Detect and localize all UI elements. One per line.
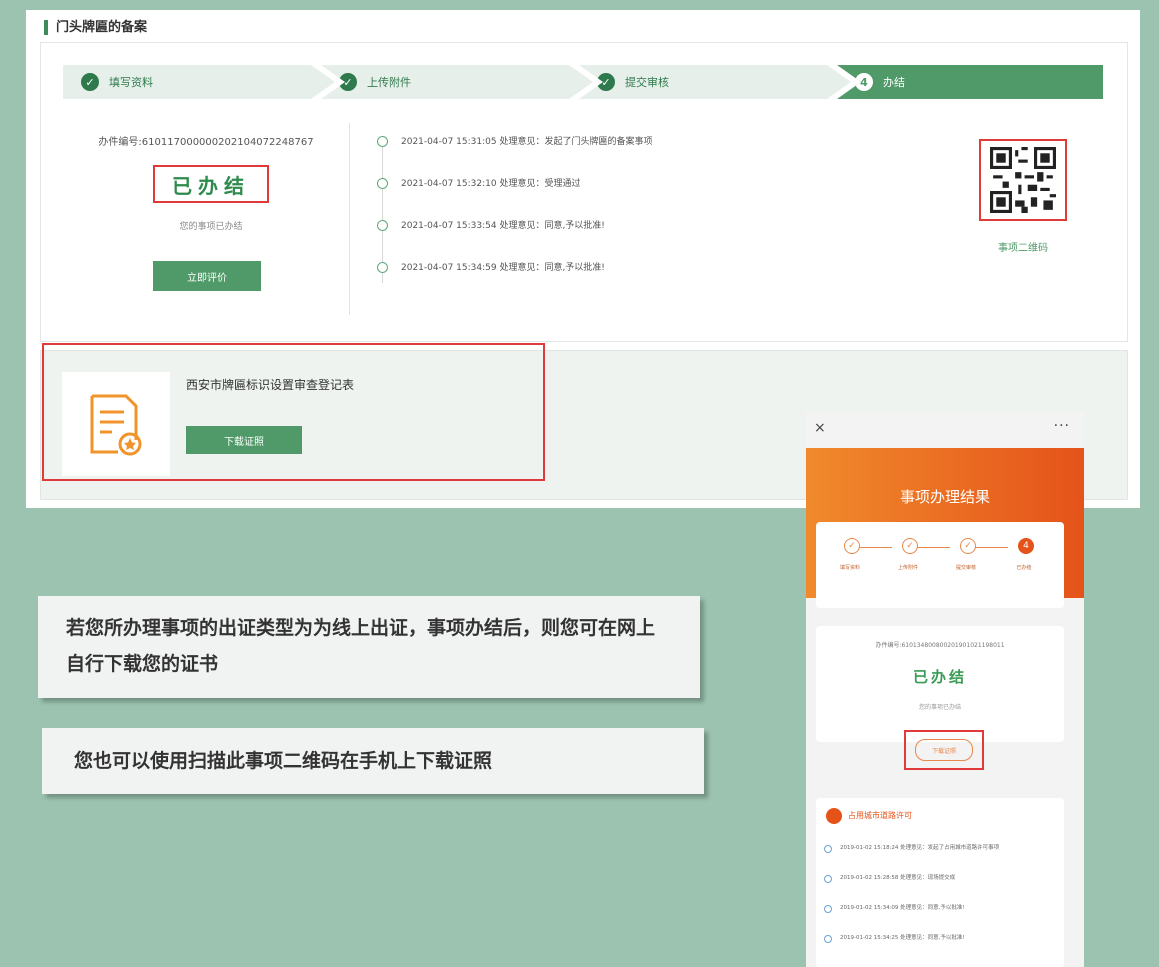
mobile-title: 事项办理结果 bbox=[899, 488, 990, 506]
note-online-certificate: 若您所办理事项的出证类型为为线上出证，事项办结后，则您可在网上自行下载您的证书 bbox=[38, 596, 700, 698]
timeline-item: 2021-04-07 15:31:05 处理意见：发起了门头牌匾的备案事项 bbox=[377, 135, 797, 177]
check-icon: ✓ bbox=[902, 538, 918, 554]
step-number-badge: 4 bbox=[1018, 538, 1034, 554]
check-icon: ✓ bbox=[81, 73, 99, 91]
status-completed-badge: 已办结 bbox=[153, 165, 269, 203]
qr-code-label: 事项二维码 bbox=[998, 243, 1048, 254]
timeline-dot-icon bbox=[377, 220, 388, 231]
mobile-section-title: 占用城市道路许可 bbox=[848, 811, 912, 820]
timeline-dot-icon bbox=[377, 178, 388, 189]
qr-code-frame[interactable] bbox=[979, 139, 1067, 221]
mobile-screen: × ··· 事项办理结果 ✓ ✓ ✓ 4 填写资料 上传附件 提交审核 已办结 … bbox=[806, 412, 1084, 967]
step-label: 填写资料 bbox=[109, 76, 153, 89]
timeline-item: 2019-01-02 15:28:58 处理意见：现场提交成 bbox=[824, 874, 1054, 904]
step-label: 办结 bbox=[883, 76, 905, 89]
step-label: 上传附件 bbox=[367, 76, 411, 89]
mobile-step-label: 已办结 bbox=[1016, 565, 1032, 571]
step-number-badge: 4 bbox=[855, 73, 873, 91]
qr-code-icon bbox=[990, 147, 1056, 213]
processing-timeline: 2021-04-07 15:31:05 处理意见：发起了门头牌匾的备案事项 20… bbox=[377, 135, 797, 303]
mobile-download-highlight: 下载证照 bbox=[904, 730, 984, 770]
close-icon[interactable]: × bbox=[814, 420, 826, 436]
step-submit-review[interactable]: ✓ 提交审核 bbox=[579, 65, 851, 99]
mobile-step-progress: ✓ ✓ ✓ 4 bbox=[834, 538, 1044, 558]
mobile-top-bar: × ··· bbox=[806, 412, 1084, 448]
timeline-dot-icon bbox=[377, 262, 388, 273]
mobile-step-label: 填写资料 bbox=[839, 565, 860, 571]
mobile-status: 已办结 bbox=[912, 668, 967, 686]
step-progress-bar: ✓ 填写资料 ✓ 上传附件 ✓ 提交审核 4 办结 bbox=[63, 65, 1103, 99]
timeline-dot-icon bbox=[824, 935, 832, 943]
step-label: 提交审核 bbox=[625, 76, 669, 89]
mobile-step-label: 提交审核 bbox=[955, 565, 976, 571]
timeline-dot-icon bbox=[824, 875, 832, 883]
check-icon: ✓ bbox=[844, 538, 860, 554]
mobile-timeline: 2019-01-02 15:18:24 处理意见：发起了占用城市道路许可事项 2… bbox=[824, 844, 1054, 964]
note-qr-download: 您也可以使用扫描此事项二维码在手机上下载证照 bbox=[42, 728, 704, 794]
mobile-status-subtext: 您的事项已办结 bbox=[918, 704, 961, 711]
more-icon[interactable]: ··· bbox=[1054, 418, 1070, 434]
step-fill-info[interactable]: ✓ 填写资料 bbox=[63, 65, 335, 99]
certificate-highlight-frame bbox=[42, 343, 545, 481]
timeline-item: 2019-01-02 15:18:24 处理意见：发起了占用城市道路许可事项 bbox=[824, 844, 1054, 874]
divider bbox=[349, 123, 350, 315]
timeline-item: 2021-04-07 15:34:59 处理意见：同意,予以批准! bbox=[377, 261, 797, 303]
timeline-item: 2019-01-02 15:34:25 处理意见：同意,予以批准! bbox=[824, 934, 1054, 964]
mobile-download-button[interactable]: 下载证照 bbox=[915, 739, 973, 761]
rate-now-button[interactable]: 立即评价 bbox=[153, 261, 261, 291]
step-upload-attachment[interactable]: ✓ 上传附件 bbox=[321, 65, 593, 99]
panel-title: 门头牌匾的备案 bbox=[44, 20, 147, 35]
mobile-step-label: 上传附件 bbox=[897, 565, 918, 571]
user-icon bbox=[826, 808, 842, 824]
check-icon: ✓ bbox=[339, 73, 357, 91]
progress-section: ✓ 填写资料 ✓ 上传附件 ✓ 提交审核 4 办结 办件编号:610117000… bbox=[40, 42, 1128, 342]
mobile-case-number: 办件编号:610134800800201901021198011 bbox=[875, 642, 1005, 649]
timeline-dot-icon bbox=[824, 905, 832, 913]
check-icon: ✓ bbox=[960, 538, 976, 554]
timeline-dot-icon bbox=[824, 845, 832, 853]
status-subtext: 您的事项已办结 bbox=[179, 222, 243, 232]
timeline-item: 2021-04-07 15:32:10 处理意见：受理通过 bbox=[377, 177, 797, 219]
timeline-item: 2021-04-07 15:33:54 处理意见：同意,予以批准! bbox=[377, 219, 797, 261]
step-completed[interactable]: 4 办结 bbox=[837, 65, 1103, 99]
timeline-item: 2019-01-02 15:34:09 处理意见：同意,予以批准! bbox=[824, 904, 1054, 934]
case-number: 办件编号:610117000000202104072248767 bbox=[98, 137, 314, 148]
timeline-dot-icon bbox=[377, 136, 388, 147]
check-icon: ✓ bbox=[597, 73, 615, 91]
